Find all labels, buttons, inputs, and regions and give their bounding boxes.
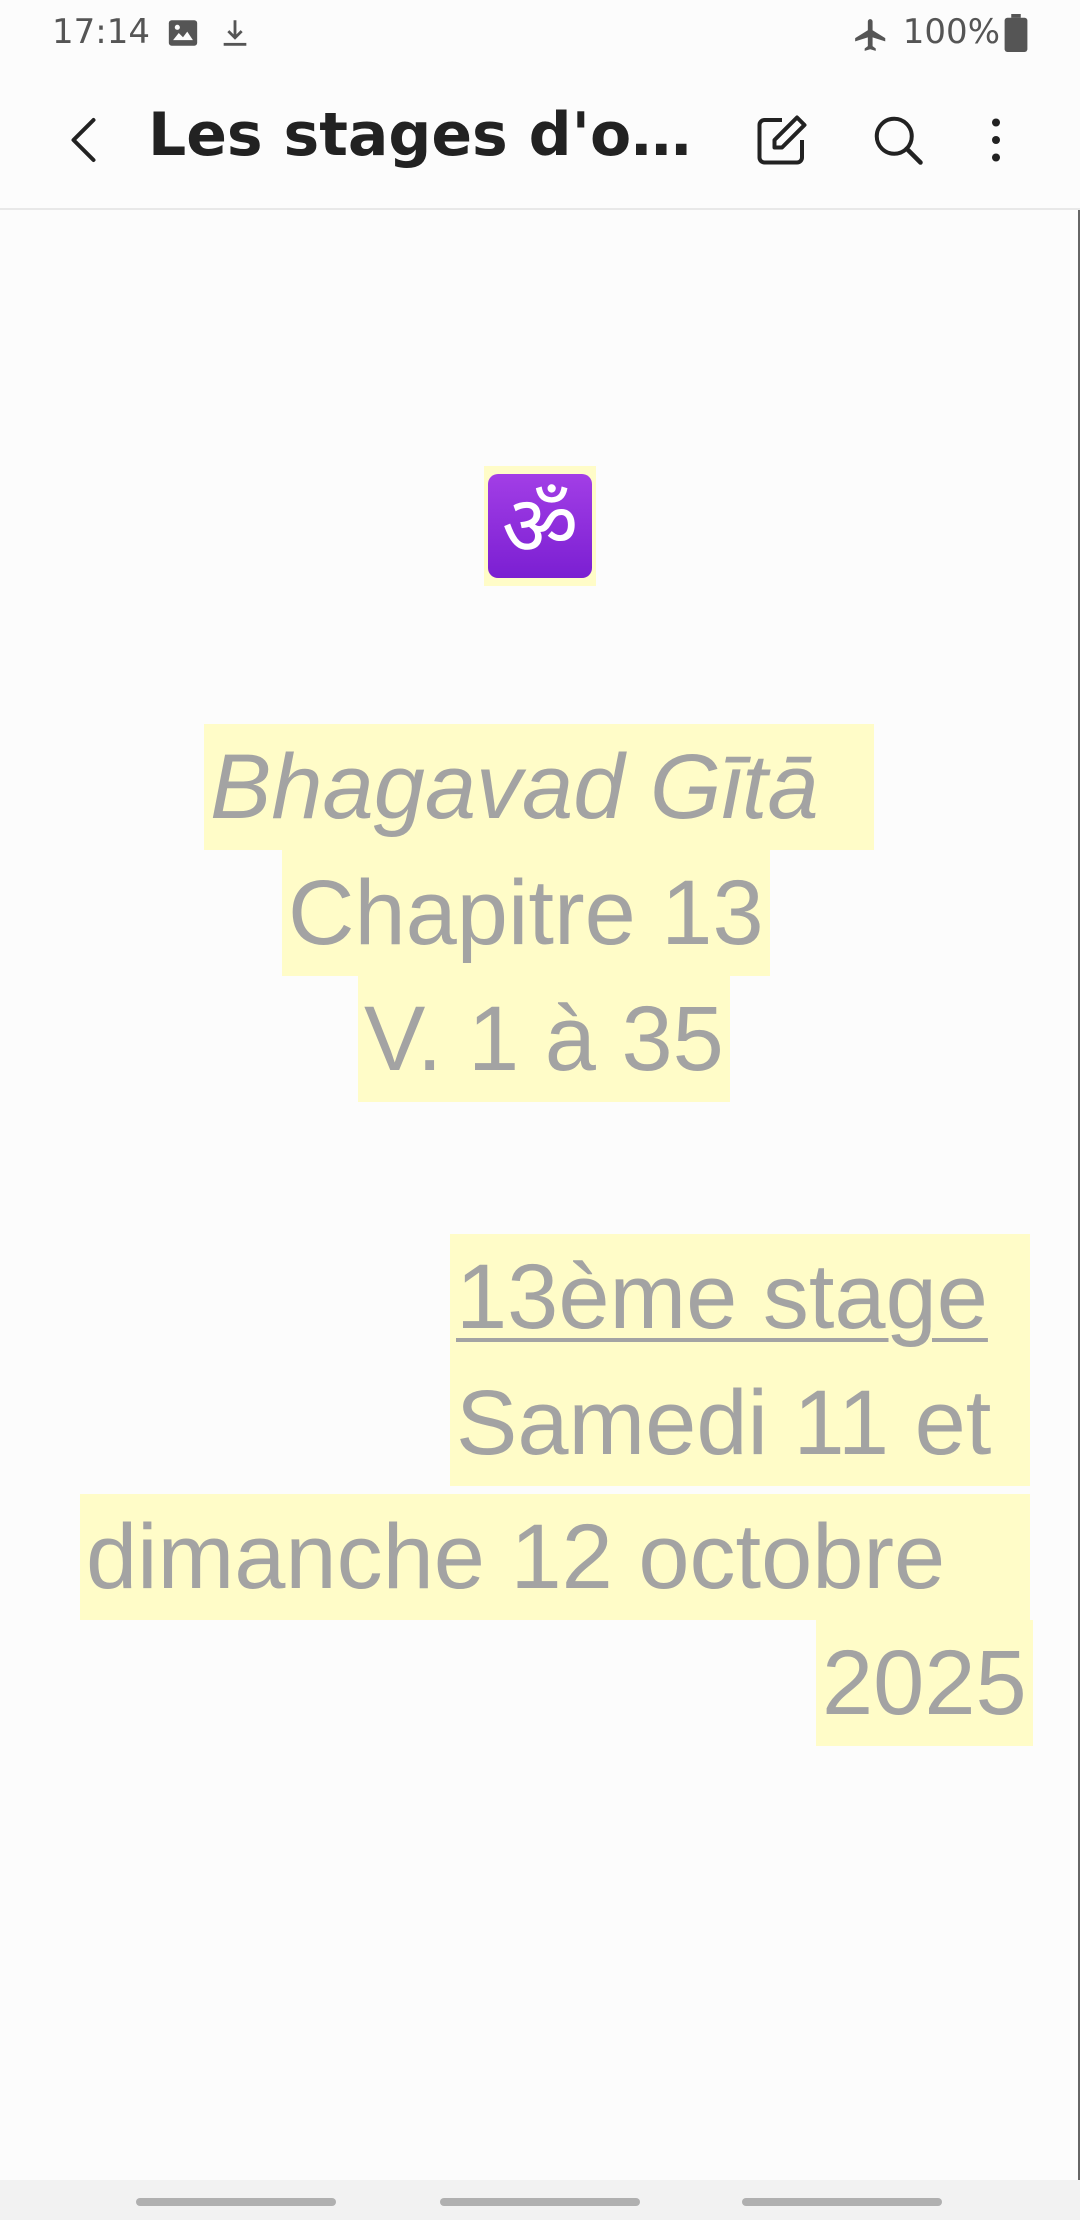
search-icon[interactable] bbox=[868, 110, 928, 170]
note-content[interactable]: ॐ Bhagavad Gītā Chapitre 13 V. 1 à 35 13… bbox=[0, 210, 1080, 2180]
battery-icon bbox=[1004, 14, 1028, 61]
note-line-date-1: Samedi 11 et bbox=[450, 1360, 1030, 1486]
more-vert-icon[interactable] bbox=[966, 110, 1026, 170]
om-symbol: ॐ bbox=[488, 474, 592, 578]
status-time: 17:14 bbox=[52, 12, 150, 52]
note-title: Les stages d'octo… bbox=[148, 100, 708, 170]
om-emoji: ॐ bbox=[484, 466, 596, 586]
image-icon bbox=[166, 16, 200, 59]
note-line-date-2: dimanche 12 octobre bbox=[80, 1494, 1030, 1620]
note-line-stage: 13ème stage bbox=[450, 1234, 1030, 1360]
app-bar: Les stages d'octo… bbox=[0, 66, 1080, 210]
nav-recents[interactable] bbox=[136, 2198, 336, 2206]
note-line-title: Bhagavad Gītā bbox=[204, 724, 874, 850]
note-line-chapter: Chapitre 13 bbox=[282, 850, 770, 976]
back-icon[interactable] bbox=[56, 110, 116, 170]
status-bar: 17:14 100% bbox=[0, 0, 1080, 66]
edit-icon[interactable] bbox=[752, 110, 812, 170]
airplane-icon bbox=[852, 16, 890, 63]
battery-level: 100% bbox=[902, 12, 1000, 52]
nav-back[interactable] bbox=[742, 2198, 942, 2206]
navigation-bar bbox=[0, 2180, 1080, 2220]
nav-home[interactable] bbox=[440, 2198, 640, 2206]
note-line-year: 2025 bbox=[816, 1620, 1033, 1746]
note-line-verses: V. 1 à 35 bbox=[358, 976, 730, 1102]
download-icon bbox=[218, 16, 252, 59]
